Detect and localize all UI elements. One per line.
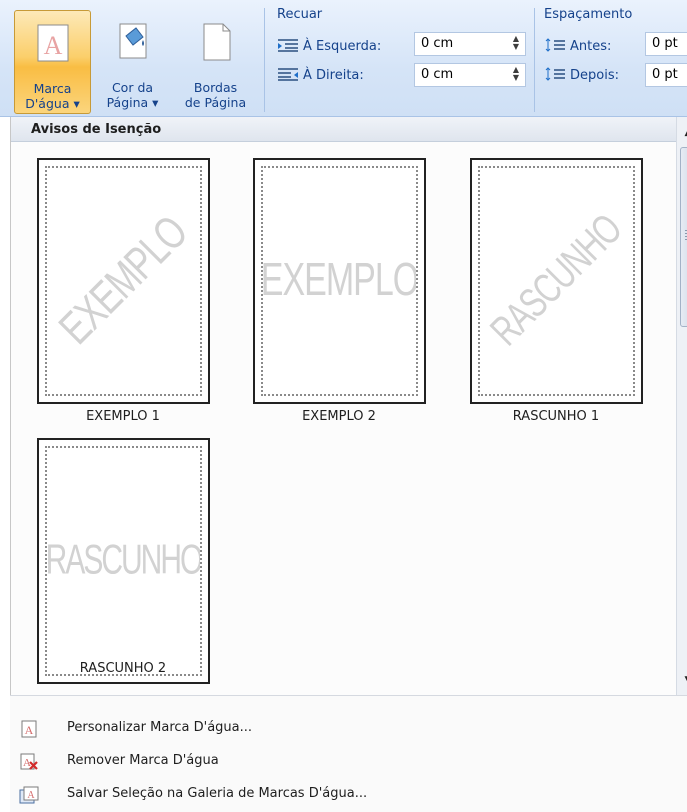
gallery-item-exemplo-2[interactable]: EXEMPLO — [253, 158, 426, 404]
indent-right-value: 0 cm — [421, 67, 454, 82]
spacing-after-icon — [545, 67, 565, 81]
gallery-item-rascunho-1[interactable]: RASCUNHO — [470, 158, 643, 404]
remove-watermark-icon: A — [20, 753, 38, 770]
menu-item-label: Personalizar Marca D'água... — [67, 720, 253, 735]
spinner-arrows-icon[interactable]: ▲ ▼ — [513, 66, 519, 82]
scroll-up-icon[interactable]: ▲ — [677, 123, 687, 143]
watermark-preview-text: RASCUNHO — [481, 206, 631, 355]
indent-right-icon — [278, 68, 298, 81]
indent-right-spinner[interactable]: 0 cm ▲ ▼ — [414, 63, 526, 87]
page-borders-button-label-2: de Página — [184, 95, 247, 110]
page-borders-button-label-1: Bordas — [193, 80, 238, 95]
gallery-item-caption: EXEMPLO 2 — [302, 409, 376, 424]
gallery-item-caption: RASCUNHO 1 — [512, 409, 600, 424]
page-color-button-label-1: Cor da — [111, 80, 154, 95]
gallery-section-header: Avisos de Isenção — [11, 117, 676, 142]
indent-left-label: À Esquerda: — [277, 38, 381, 54]
spacing-group-title: Espaçamento — [544, 7, 633, 22]
ribbon: A Marca D'água ▾ Cor da Página ▾ Bordas de … — [0, 0, 687, 117]
watermark-preview-text: RASCUNHO — [45, 537, 202, 584]
watermark-preview-text: EXEMPLO — [49, 206, 197, 355]
spacing-before-input[interactable]: 0 pt — [645, 32, 687, 56]
paint-bucket-icon — [119, 23, 146, 59]
page-color-button-label-2: Página ▾ — [106, 95, 159, 110]
save-to-gallery-icon: A — [19, 786, 39, 804]
gallery-section-title: Avisos de Isenção — [31, 122, 162, 137]
spacing-after-label: Depois: — [544, 67, 619, 83]
indent-right-label: À Direita: — [277, 67, 364, 83]
menu-item-custom-watermark[interactable]: A Personalizar Marca D'água... — [10, 714, 687, 744]
spacing-after-value: 0 pt — [652, 67, 678, 82]
svg-text:A: A — [25, 723, 34, 737]
svg-text:A: A — [43, 31, 62, 60]
page-borders-button[interactable]: Bordas de Página — [174, 10, 257, 114]
custom-watermark-icon: A — [21, 720, 37, 738]
svg-text:A: A — [27, 790, 35, 801]
ribbon-separator — [534, 8, 535, 112]
page-color-button[interactable]: Cor da Página ▾ — [95, 10, 170, 114]
menu-item-save-to-gallery[interactable]: A Salvar Seleção na Galeria de Marcas D'… — [10, 780, 687, 810]
spinner-arrows-icon[interactable]: ▲ ▼ — [513, 35, 519, 51]
indent-left-value: 0 cm — [421, 36, 454, 51]
spacing-before-icon — [545, 38, 565, 52]
watermark-button-label-1: Marca — [33, 81, 72, 96]
gallery-item-caption: EXEMPLO 1 — [86, 409, 160, 424]
gallery-item-caption: RASCUNHO 2 — [79, 661, 167, 676]
watermark-menu: A Personalizar Marca D'água... A Remover… — [10, 695, 687, 812]
watermark-button-label-2: D'água ▾ — [25, 96, 80, 111]
gallery-scrollbar[interactable]: ▲ ▼ — [676, 117, 687, 695]
scroll-down-icon[interactable]: ▼ — [677, 670, 687, 690]
ribbon-separator — [264, 8, 265, 112]
gallery-item-rascunho-2[interactable]: RASCUNHO — [37, 438, 210, 684]
menu-item-remove-watermark[interactable]: A Remover Marca D'água — [10, 747, 687, 777]
indent-group-title: Recuar — [277, 7, 323, 22]
spacing-before-value: 0 pt — [652, 36, 678, 51]
page-borders-icon — [203, 23, 230, 61]
watermark-icon: A — [37, 24, 68, 62]
menu-item-label: Salvar Seleção na Galeria de Marcas D'ág… — [67, 786, 368, 801]
menu-item-label: Remover Marca D'água — [67, 753, 219, 768]
watermark-button[interactable]: A Marca D'água ▾ — [14, 10, 91, 114]
indent-left-spinner[interactable]: 0 cm ▲ ▼ — [414, 32, 526, 56]
spacing-before-label: Antes: — [544, 38, 611, 54]
scrollbar-thumb[interactable] — [680, 147, 687, 327]
spacing-after-input[interactable]: 0 pt — [645, 63, 687, 87]
gallery-item-exemplo-1[interactable]: EXEMPLO — [37, 158, 210, 404]
indent-left-icon — [278, 39, 298, 52]
watermark-preview-text: EXEMPLO — [261, 254, 418, 306]
